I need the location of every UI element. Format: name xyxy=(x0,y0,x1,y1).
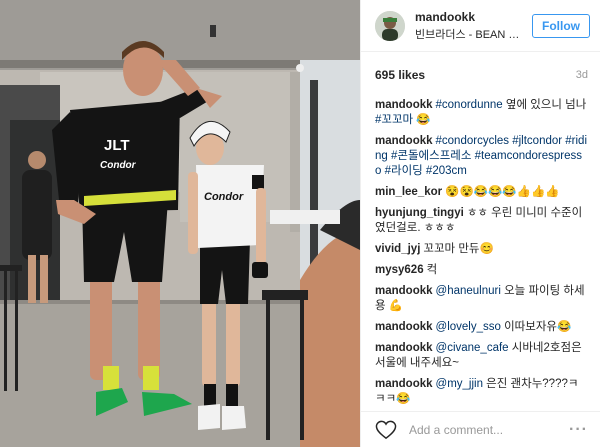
comment-mention[interactable]: @my_jjin xyxy=(436,378,483,390)
add-comment-input[interactable] xyxy=(407,421,570,438)
comment-username[interactable]: min_lee_kor xyxy=(375,186,442,198)
comment-mention[interactable]: @lovely_sso xyxy=(436,321,501,333)
post-header-text: mandookk 빈브라더스 - BEAN BR... xyxy=(415,10,524,42)
comment-username[interactable]: vivid_jyj xyxy=(375,243,420,255)
caption-emoji: 😂 xyxy=(413,114,431,126)
instagram-post: JLT Condor Condor mandookk 빈브라더스 - BEAN … xyxy=(0,0,600,447)
photo-illustration: JLT Condor Condor xyxy=(0,0,360,447)
heart-icon[interactable] xyxy=(375,420,397,440)
comment-item: mandookk @haneulnuri 오늘 파이팅 하세용 💪 xyxy=(375,284,588,314)
caption-text: 옆에 있으니 넘나 xyxy=(502,99,587,111)
comment-username[interactable]: mandookk xyxy=(375,342,433,354)
comment-mention[interactable]: @civane_cafe xyxy=(436,342,509,354)
more-options-icon[interactable]: ··· xyxy=(569,421,588,439)
comments-list: mandookk #conordunne 옆에 있으니 넘나 #꼬꼬마 😂 man… xyxy=(361,92,600,411)
comment-username[interactable]: mandookk xyxy=(375,285,433,297)
comment-item: mandookk @lovely_sso 이따보자유😂 xyxy=(375,320,588,335)
avatar-image xyxy=(375,10,405,41)
post-meta-row: 695 likes 3d xyxy=(361,52,600,92)
comment-item: mysy626 컥 xyxy=(375,263,588,278)
comment-item: hyunjung_tingyi ㅎㅎ 우린 미니미 수준이였던걸로. ㅎㅎㅎ xyxy=(375,206,588,236)
caption-hashtag-kkokkoma[interactable]: #꼬꼬마 xyxy=(375,114,413,126)
caption-hashtag-conordunne[interactable]: #conordunne xyxy=(436,99,503,111)
caption-username[interactable]: mandookk xyxy=(375,99,433,111)
add-comment-bar: ··· xyxy=(361,411,600,447)
likes-count[interactable]: 695 likes xyxy=(375,68,425,82)
jersey-condor-text: Condor xyxy=(100,160,137,171)
comment-text: 컥 xyxy=(426,264,438,276)
comment-item: min_lee_kor 😵😵😂😂😂👍👍👍 xyxy=(375,185,588,200)
post-age[interactable]: 3d xyxy=(576,69,588,81)
avatar[interactable] xyxy=(375,10,405,41)
caption: mandookk #conordunne 옆에 있으니 넘나 #꼬꼬마 😂 xyxy=(375,98,588,128)
comment-text: 꼬꼬마 만듀😊 xyxy=(423,243,494,255)
comment-item: mandookk @civane_cafe 시바네2호점은 서울에 내주세요~ xyxy=(375,341,588,371)
jersey-condor-white-text: Condor xyxy=(204,191,244,203)
post-side-panel: mandookk 빈브라더스 - BEAN BR... Follow 695 l… xyxy=(360,0,600,447)
comment-username[interactable]: mandookk xyxy=(375,321,433,333)
comment-username[interactable]: mysy626 xyxy=(375,264,424,276)
post-photo[interactable]: JLT Condor Condor xyxy=(0,0,360,447)
comment-text: 😵😵😂😂😂👍👍👍 xyxy=(445,186,560,198)
hashtag-comment: mandookk #condorcycles #jltcondor #riding… xyxy=(375,134,588,179)
comment-rows: min_lee_kor 😵😵😂😂😂👍👍👍 hyunjung_tingyi ㅎㅎ 우린 … xyxy=(375,185,588,411)
comment-username[interactable]: mandookk xyxy=(375,378,433,390)
comment-item: vivid_jyj 꼬꼬마 만듀😊 xyxy=(375,242,588,257)
comment-mention[interactable]: @haneulnuri xyxy=(436,285,501,297)
comment-text: 이따보자유😂 xyxy=(500,321,572,333)
post-header: mandookk 빈브라더스 - BEAN BR... Follow xyxy=(361,0,600,52)
comment-username[interactable]: hyunjung_tingyi xyxy=(375,207,464,219)
hashtag-comment-username[interactable]: mandookk xyxy=(375,135,433,147)
follow-button[interactable]: Follow xyxy=(532,13,590,38)
post-username[interactable]: mandookk xyxy=(415,10,524,24)
post-location[interactable]: 빈브라더스 - BEAN BR... xyxy=(415,26,524,42)
jersey-jlt-text: JLT xyxy=(104,137,130,154)
comment-item: mandookk @my_jjin 은진 괜차누????ㅋㅋㅋ😂 xyxy=(375,377,588,407)
